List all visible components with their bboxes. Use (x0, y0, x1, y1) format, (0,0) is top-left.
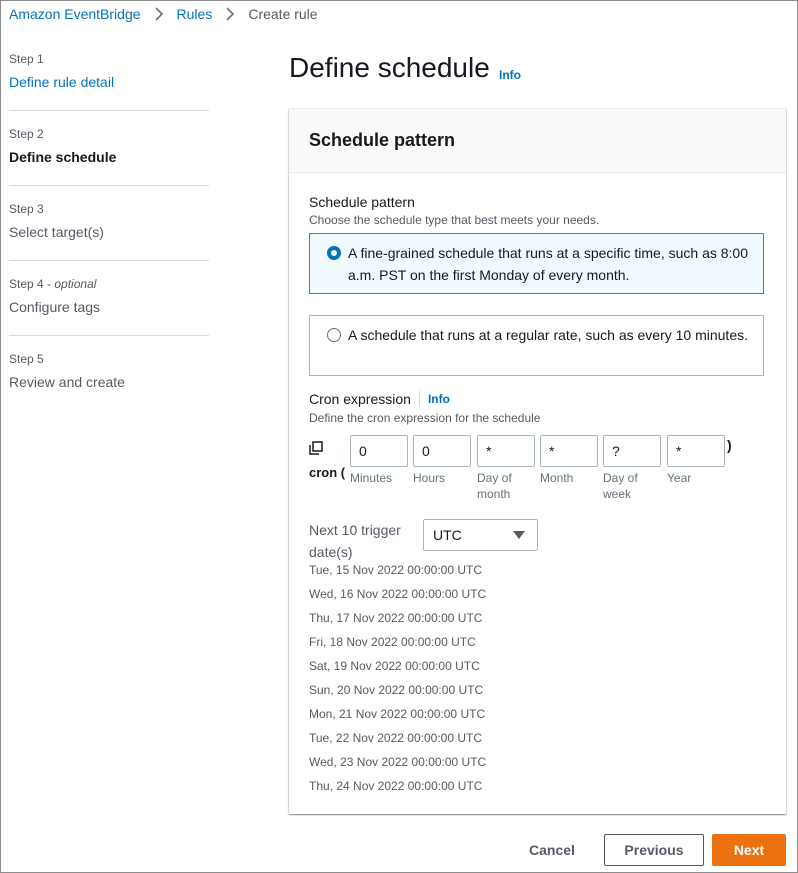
step-title-define-schedule: Define schedule (9, 149, 117, 165)
trigger-date: Thu, 24 Nov 2022 00:00:00 UTC (309, 779, 483, 793)
cron-month-input[interactable] (540, 435, 598, 467)
step-divider (9, 335, 209, 336)
step-number: Step 3 (9, 202, 44, 216)
step-title-define-rule-detail[interactable]: Define rule detail (9, 74, 114, 90)
trigger-date: Sun, 20 Nov 2022 00:00:00 UTC (309, 683, 484, 697)
radio-option-text: A fine-grained schedule that runs at a s… (348, 245, 749, 283)
step-divider (9, 185, 209, 186)
cron-day-of-week-label: Day of week (603, 471, 638, 501)
radio-button-selected[interactable] (327, 246, 341, 260)
trigger-date: Fri, 18 Nov 2022 00:00:00 UTC (309, 635, 476, 649)
copy-icon[interactable] (309, 440, 323, 462)
trigger-date: Sat, 19 Nov 2022 00:00:00 UTC (309, 659, 480, 673)
cron-info-link[interactable]: Info (428, 392, 450, 406)
trigger-date: Wed, 16 Nov 2022 00:00:00 UTC (309, 587, 487, 601)
step-4: Step 4 - optional Configure tags (9, 277, 209, 352)
step-5: Step 5 Review and create (9, 352, 209, 427)
radio-option-regular-rate[interactable]: A schedule that runs at a regular rate, … (309, 315, 764, 376)
schedule-pattern-container: Schedule pattern Schedule pattern Choose… (289, 108, 786, 814)
cron-minutes-field: Minutes (350, 435, 408, 486)
cron-hours-field: Hours (413, 435, 471, 486)
cron-hours-label: Hours (413, 471, 446, 485)
breadcrumb-create-rule: Create rule (248, 6, 318, 22)
radio-option-text: A schedule that runs at a regular rate, … (348, 327, 748, 343)
timezone-select[interactable]: UTC (423, 519, 538, 551)
step-title-review-and-create: Review and create (9, 374, 125, 390)
next-trigger-dates-label: Next 10 trigger date(s) (309, 522, 401, 560)
step-number: Step 2 (9, 127, 44, 141)
container-header: Schedule pattern (289, 109, 786, 173)
cron-year-input[interactable] (667, 435, 725, 467)
cron-expression-description: Define the cron expression for the sched… (309, 411, 541, 425)
cron-hours-input[interactable] (413, 435, 471, 467)
timezone-value: UTC (433, 527, 462, 543)
step-number-text: Step 4 (9, 277, 44, 291)
cron-day-of-month-input[interactable] (477, 435, 535, 467)
cron-month-label: Month (540, 471, 574, 485)
cron-minutes-input[interactable] (350, 435, 408, 467)
previous-button[interactable]: Previous (604, 834, 704, 866)
step-number: Step 1 (9, 52, 44, 66)
trigger-date: Mon, 21 Nov 2022 00:00:00 UTC (309, 707, 486, 721)
cron-day-of-week-input[interactable] (603, 435, 661, 467)
page-title: Define schedule (289, 52, 490, 83)
divider (418, 391, 420, 407)
cron-expression-label: Cron expression (309, 391, 411, 407)
step-title-select-targets: Select target(s) (9, 224, 104, 240)
cron-day-of-month-field: Day of month (477, 435, 535, 502)
chevron-right-icon (141, 7, 177, 21)
cron-month-field: Month (540, 435, 598, 486)
cron-prefix-text: cron ( (309, 464, 346, 480)
trigger-dates-list: Tue, 15 Nov 2022 00:00:00 UTC Wed, 16 No… (309, 562, 486, 802)
cron-expression-label-row: Cron expression Info (309, 391, 450, 407)
schedule-pattern-label: Schedule pattern (309, 194, 415, 210)
breadcrumb-rules[interactable]: Rules (177, 6, 213, 22)
breadcrumb: Amazon EventBridge Rules Create rule (9, 5, 318, 23)
cron-prefix: cron ( (309, 439, 349, 484)
caret-down-icon (513, 531, 525, 539)
cron-minutes-label: Minutes (350, 471, 393, 485)
info-link[interactable]: Info (499, 68, 521, 82)
cron-year-field: Year (667, 435, 725, 486)
step-1: Step 1 Define rule detail (9, 52, 209, 127)
cron-day-of-week-field: Day of week (603, 435, 661, 502)
next-button[interactable]: Next (712, 834, 786, 866)
step-3: Step 3 Select target(s) (9, 202, 209, 277)
radio-button[interactable] (327, 328, 341, 342)
trigger-date: Wed, 23 Nov 2022 00:00:00 UTC (309, 755, 487, 769)
step-title-configure-tags: Configure tags (9, 299, 101, 315)
cancel-button[interactable]: Cancel (516, 834, 588, 866)
trigger-date: Thu, 17 Nov 2022 00:00:00 UTC (309, 611, 483, 625)
step-number: Step 5 (9, 352, 44, 366)
cron-day-of-month-label: Day of month (477, 471, 512, 501)
trigger-date: Tue, 15 Nov 2022 00:00:00 UTC (309, 563, 482, 577)
cron-year-label: Year (667, 471, 692, 485)
step-divider (9, 110, 209, 111)
trigger-date: Tue, 22 Nov 2022 00:00:00 UTC (309, 731, 482, 745)
radio-option-fine-grained[interactable]: A fine-grained schedule that runs at a s… (309, 233, 764, 294)
step-number: Step 4 - optional (9, 277, 97, 291)
schedule-pattern-description: Choose the schedule type that best meets… (309, 213, 600, 227)
step-divider (9, 260, 209, 261)
chevron-right-icon (212, 7, 248, 21)
step-2: Step 2 Define schedule (9, 127, 209, 202)
step-optional-tag: optional (54, 277, 97, 291)
cron-suffix: ) (727, 437, 732, 453)
container-title: Schedule pattern (309, 130, 456, 150)
breadcrumb-eventbridge[interactable]: Amazon EventBridge (9, 6, 141, 22)
